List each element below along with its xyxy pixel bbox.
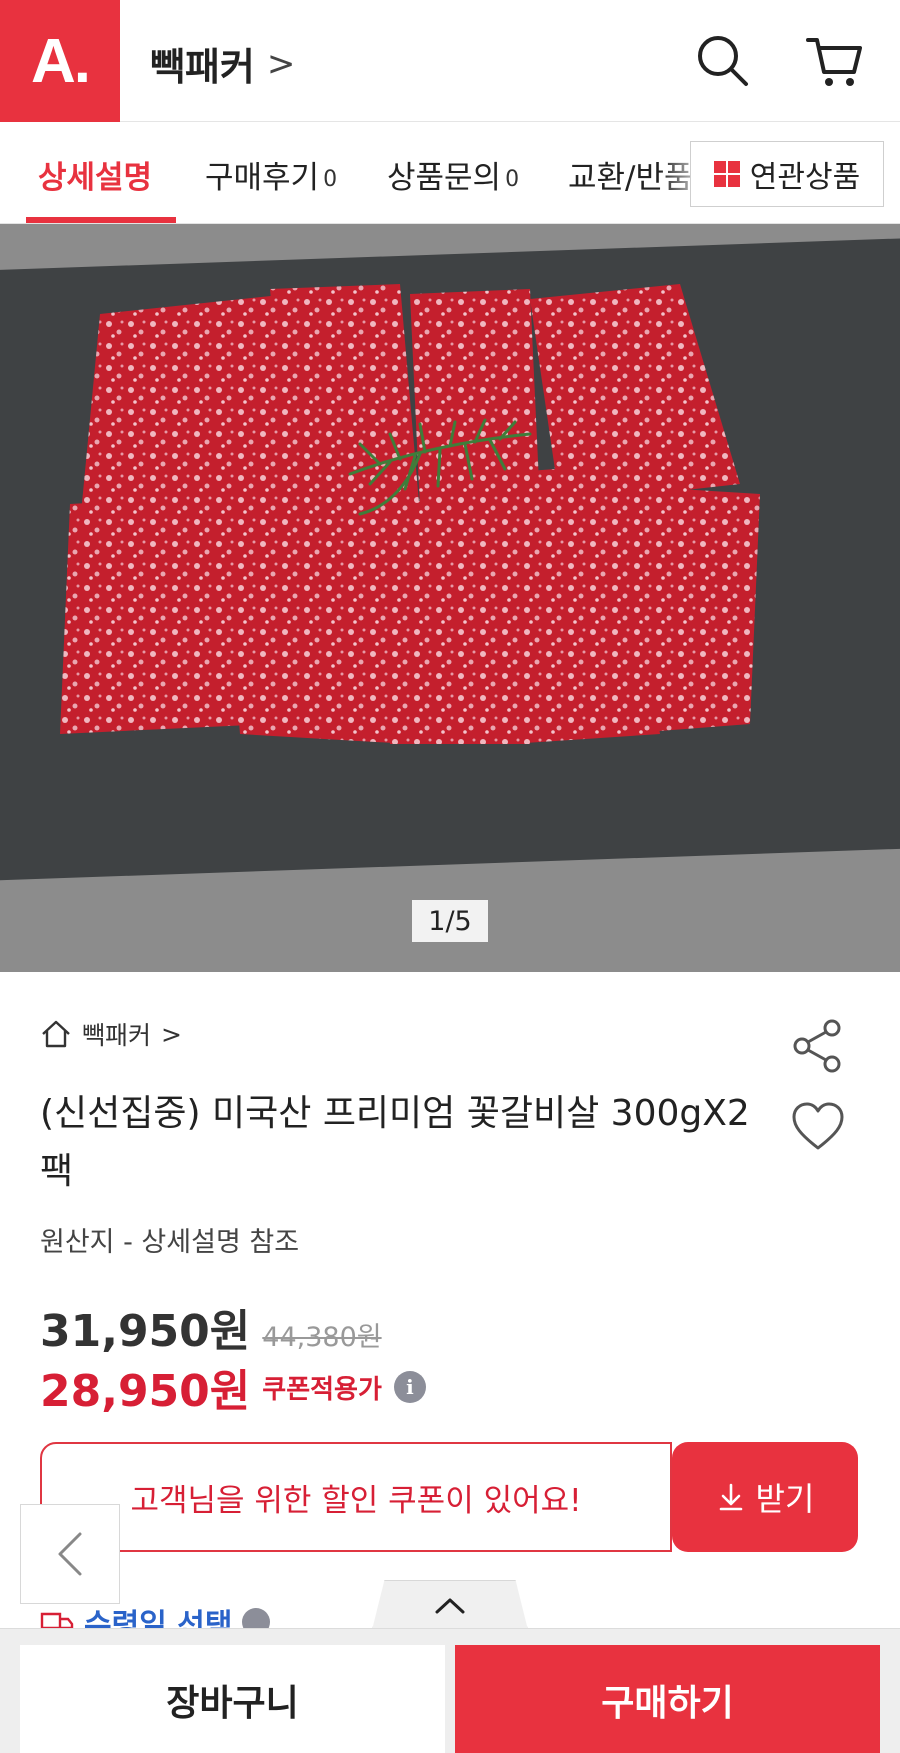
tab-label: 구매후기 <box>205 160 320 196</box>
store-name: 빽패커 <box>150 45 255 89</box>
coupon-download-button[interactable]: 받기 <box>672 1442 858 1552</box>
tab-reviews[interactable]: 구매후기 0 <box>205 152 337 197</box>
coupon-message: 고객님을 위한 할인 쿠폰이 있어요! <box>130 1482 582 1519</box>
coupon-price-row: 28,950원 쿠폰적용가 i <box>40 1355 426 1419</box>
coupon-banner[interactable]: 고객님을 위한 할인 쿠폰이 있어요! <box>40 1442 672 1552</box>
tab-label: 상품문의 <box>387 160 502 196</box>
product-image-carousel[interactable]: 1/5 <box>0 224 900 972</box>
download-icon <box>719 1483 742 1511</box>
tab-count: 0 <box>505 167 520 192</box>
breadcrumb[interactable]: 빽패커 > <box>40 1016 182 1052</box>
add-to-cart-button[interactable]: 장바구니 <box>20 1645 445 1753</box>
chevron-right-icon: > <box>161 1019 182 1049</box>
app-logo[interactable]: A. <box>0 0 120 122</box>
product-title: (신선집중) 미국산 프리미엄 꽃갈비살 300gX2팩 <box>40 1093 750 1192</box>
expand-options-tab[interactable] <box>372 1580 528 1630</box>
image-pager: 1/5 <box>412 900 488 942</box>
back-button[interactable] <box>20 1504 120 1604</box>
store-link[interactable]: 빽패커 > <box>150 36 295 91</box>
chevron-right-icon: > <box>266 43 296 84</box>
buy-now-button[interactable]: 구매하기 <box>455 1645 880 1753</box>
chevron-up-icon <box>435 1598 465 1613</box>
tab-label: 상세설명 <box>38 160 153 196</box>
grid-icon <box>713 161 740 187</box>
original-price: 44,380원 <box>262 1322 382 1353</box>
tab-detail[interactable]: 상세설명 <box>38 152 152 197</box>
price-row: 31,950원 44,380원 <box>40 1295 382 1359</box>
coupon-download-label: 받기 <box>755 1480 815 1518</box>
share-icon[interactable] <box>790 1018 846 1074</box>
info-icon[interactable]: i <box>393 1371 426 1403</box>
heart-icon[interactable] <box>790 1100 846 1156</box>
cart-icon[interactable] <box>802 28 868 94</box>
active-tab-indicator <box>26 217 176 223</box>
origin-text: 원산지 - 상세설명 참조 <box>40 1227 300 1258</box>
chevron-left-icon <box>58 1532 82 1576</box>
tab-count: 0 <box>323 167 338 192</box>
coupon-price-label: 쿠폰적용가 <box>262 1374 382 1405</box>
breadcrumb-store: 빽패커 <box>82 1021 152 1050</box>
sale-price: 31,950원 <box>40 1306 251 1357</box>
related-products-label: 연관상품 <box>749 160 861 195</box>
search-icon[interactable] <box>690 28 756 94</box>
logo-text: A. <box>31 26 91 96</box>
tab-inquiries[interactable]: 상품문의 0 <box>387 152 519 197</box>
product-photo <box>60 284 760 744</box>
bottom-action-bar: 장바구니 구매하기 <box>0 1628 900 1753</box>
home-icon <box>42 1020 70 1048</box>
coupon-price: 28,950원 <box>40 1366 251 1417</box>
related-products-button[interactable]: 연관상품 <box>690 141 884 207</box>
top-header: A. 빽패커 > <box>0 0 900 122</box>
